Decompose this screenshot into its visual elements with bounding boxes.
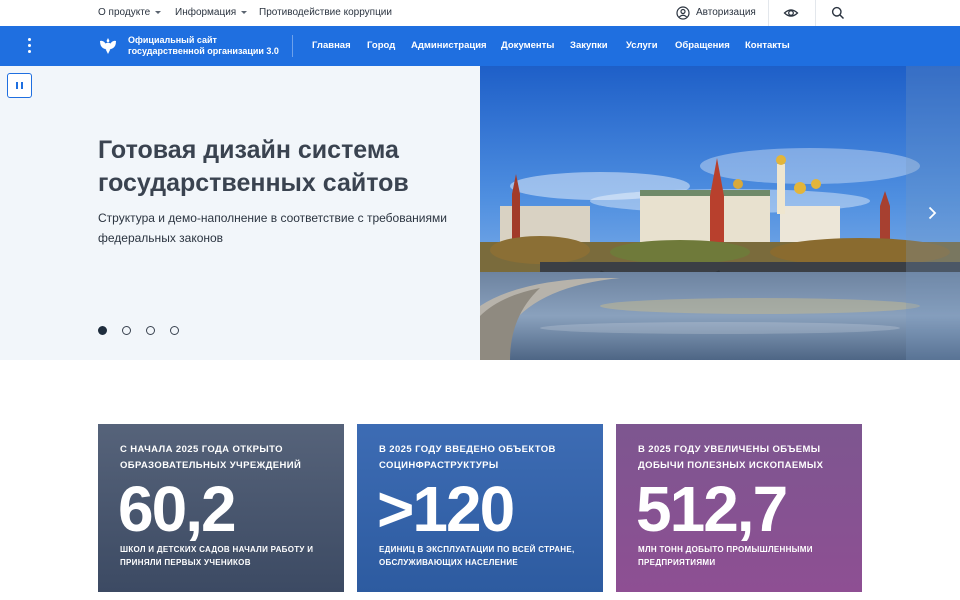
stat-card: В 2025 году введено объектов социнфрастр… (357, 424, 603, 592)
divider (768, 0, 769, 26)
information-menu[interactable]: Информация (175, 0, 248, 26)
nav-item-contacts[interactable]: Контакты (745, 26, 790, 66)
more-menu-icon[interactable] (22, 38, 36, 54)
auth-label: Авторизация (696, 7, 756, 18)
stat-card-caption: единиц в эксплуатации по всей стране, об… (379, 545, 575, 567)
chevron-down-icon (241, 10, 248, 14)
stat-card-heading: В 2025 году введено объектов социнфрастр… (379, 444, 556, 471)
search-icon[interactable] (830, 5, 846, 21)
nav-item-appeals[interactable]: Обращения (675, 26, 730, 66)
hero-image-kremlin (480, 66, 960, 360)
chevron-down-icon (155, 10, 162, 14)
stat-card-heading: В 2025 году увеличены объемы добычи поле… (638, 444, 824, 471)
stat-card-value: 60,2 (118, 473, 237, 545)
top-utility-bar: О продукте Информация Противодействие ко… (0, 0, 960, 26)
divider (292, 35, 293, 57)
hero-title-line1: Готовая дизайн система (98, 136, 399, 164)
stat-card-value: 512,7 (636, 473, 788, 545)
nav-item-administration[interactable]: Администрация (411, 26, 487, 66)
nav-item-procurement[interactable]: Закупки (570, 26, 608, 66)
slider-pause-button[interactable] (7, 73, 32, 98)
stat-card-heading: С начала 2025 года открыто образовательн… (120, 444, 302, 471)
site-name[interactable]: Официальный сайт государственной организ… (128, 35, 279, 57)
auth-link[interactable]: Авторизация (676, 0, 756, 26)
slider-dot[interactable] (98, 326, 107, 335)
nav-item-documents[interactable]: Документы (501, 26, 554, 66)
slider-dot[interactable] (122, 326, 131, 335)
divider (815, 0, 816, 26)
slider-next-button[interactable] (906, 66, 960, 360)
anticorruption-link[interactable]: Противодействие коррупции (259, 0, 392, 26)
user-icon (676, 6, 690, 20)
nav-item-main[interactable]: Главная (312, 26, 351, 66)
chevron-right-icon (928, 206, 937, 220)
hero-title: Готовая дизайн система государственных с… (98, 134, 458, 200)
stat-card-value: >120 (377, 473, 515, 545)
nav-item-city[interactable]: Город (367, 26, 395, 66)
pause-icon (16, 82, 18, 89)
eye-icon[interactable] (783, 5, 799, 21)
about-product-menu[interactable]: О продукте (98, 0, 162, 26)
site-name-line1: Официальный сайт (128, 35, 217, 45)
stat-card-caption: млн тонн добыто промышленными предприяти… (638, 545, 813, 567)
main-navigation: Официальный сайт государственной организ… (0, 26, 960, 66)
nav-item-services[interactable]: Услуги (626, 26, 658, 66)
hero-subtitle-line1: Структура и демо-наполнение в соответств… (98, 211, 447, 225)
information-label: Информация (175, 7, 237, 18)
pause-icon (21, 82, 23, 89)
stat-card: С начала 2025 года открыто образовательн… (98, 424, 344, 592)
stat-card: В 2025 году увеличены объемы добычи поле… (616, 424, 862, 592)
about-product-label: О продукте (98, 7, 151, 18)
stat-card-caption: школ и детских садов начали работу и при… (120, 545, 314, 567)
hero-subtitle: Структура и демо-наполнение в соответств… (98, 208, 458, 248)
slider-dot[interactable] (170, 326, 179, 335)
site-name-line2: государственной организации 3.0 (128, 46, 279, 56)
coat-of-arms-icon (100, 38, 116, 54)
hero-subtitle-line2: федеральных законов (98, 231, 224, 245)
hero-title-line2: государственных сайтов (98, 169, 409, 197)
slider-dot[interactable] (146, 326, 155, 335)
